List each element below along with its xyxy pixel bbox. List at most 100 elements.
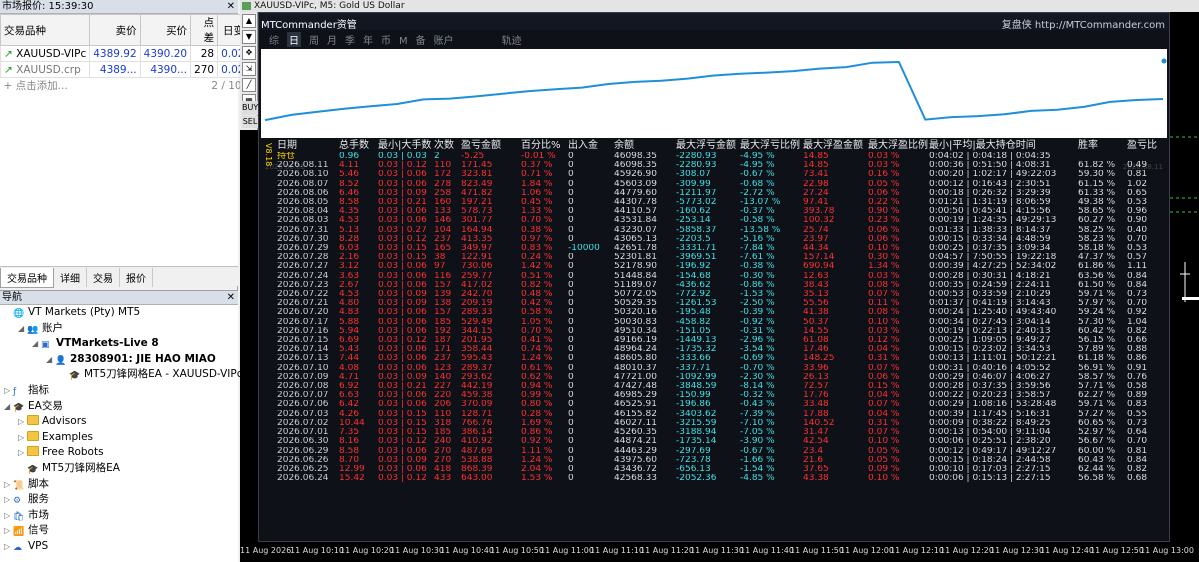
arrow-up-icon[interactable]: ▲ <box>242 14 256 28</box>
table-row[interactable]: 2026.07.28 2.16 0.03 | 0.15 38 122.91 0.24 % 0… <box>277 253 1167 262</box>
table-row[interactable]: 2026.07.29 6.03 0.03 | 0.15 165 349.97 0.83 %… <box>277 244 1167 253</box>
table-row[interactable]: 2026.08.07 8.52 0.03 | 0.06 278 823.49 1.84 %… <box>277 180 1167 189</box>
stats-tab[interactable]: 周 <box>309 32 319 47</box>
line-icon[interactable]: ╱ <box>242 78 256 92</box>
stats-tab[interactable]: 轨迹 <box>502 32 522 47</box>
nav-item[interactable]: ▷ Examples <box>0 430 238 446</box>
stats-tab[interactable]: 综 <box>269 32 279 47</box>
expand-icon[interactable]: ◢ <box>4 399 13 415</box>
expand-icon[interactable]: ▷ <box>4 523 13 539</box>
nav-item[interactable]: ◢ 🎓 EA交易 <box>0 399 238 415</box>
table-row[interactable]: 2026.08.11 4.11 0.03 | 0.12 110 171.45 0.37 %… <box>277 161 1167 170</box>
nav-item[interactable]: ▷ 📜 脚本 <box>0 477 238 493</box>
table-row[interactable]: 2026.06.30 8.16 0.03 | 0.12 240 410.92 0.92 %… <box>277 437 1167 446</box>
table-row[interactable]: 2026.07.06 6.42 0.03 | 0.06 206 370.09 0.80 %… <box>277 400 1167 409</box>
expand-icon[interactable]: ▷ <box>4 508 13 524</box>
table-row[interactable]: 2026.07.30 8.28 0.03 | 0.12 237 413.35 0.97 %… <box>277 235 1167 244</box>
stats-tab[interactable]: 年 <box>363 32 373 47</box>
stats-tab[interactable]: 月 <box>327 32 337 47</box>
arrow-down-icon[interactable]: ▼ <box>242 30 256 44</box>
table-cell: 146 <box>434 216 452 226</box>
expand-icon[interactable]: ▷ <box>4 492 13 508</box>
brand-link[interactable]: 复盘侠 http://MTCommander.com <box>1002 16 1165 31</box>
table-row[interactable]: 2026.07.13 7.44 0.03 | 0.06 237 595.43 1.24 %… <box>277 354 1167 363</box>
crosshair-icon[interactable]: ✥ <box>242 46 256 60</box>
expand-icon[interactable]: ▷ <box>18 430 27 446</box>
holding-row[interactable]: 持仓 0.96 0.03 | 0.03 2 -5.25 -0.01 % 0 46098.35 -… <box>277 152 1167 161</box>
expand-icon[interactable]: ◢ <box>32 336 41 352</box>
expand-icon[interactable]: ◢ <box>18 321 27 337</box>
col-spread[interactable]: 点差 <box>190 14 219 46</box>
nav-item[interactable]: 🎓 MT5刀锋网格EA - XAUUSD-VIPc,M <box>0 367 255 383</box>
table-row[interactable]: 2026.07.24 3.63 0.03 | 0.06 116 259.77 0.51 %… <box>277 272 1167 281</box>
table-row[interactable]: 2026.07.10 4.08 0.03 | 0.06 123 289.37 0.61 %… <box>277 364 1167 373</box>
table-row[interactable]: 2026.08.04 4.35 0.03 | 0.06 133 578.73 1.33 %… <box>277 207 1167 216</box>
nav-item[interactable]: ▷ Advisors <box>0 414 238 430</box>
col-bid[interactable]: 卖价 <box>89 14 141 46</box>
expand-icon[interactable]: ▷ <box>4 539 13 555</box>
stats-tab[interactable]: 币 <box>381 32 391 47</box>
table-row[interactable]: 2026.08.10 5.46 0.03 | 0.06 172 323.81 0.71 %… <box>277 170 1167 179</box>
table-row[interactable]: 2026.07.15 6.69 0.03 | 0.12 187 201.95 0.41 %… <box>277 336 1167 345</box>
table-row[interactable]: 2026.07.31 5.13 0.03 | 0.27 104 164.94 0.38 %… <box>277 226 1167 235</box>
tab-ticks[interactable]: 报价 <box>120 268 153 287</box>
stats-tab[interactable]: 日 <box>287 32 301 47</box>
table-row[interactable]: 2026.06.25 12.99 0.03 | 0.06 418 868.39 2.04 … <box>277 465 1167 474</box>
sell-button[interactable]: SEL <box>242 116 258 128</box>
table-row[interactable]: 2026.07.01 7.35 0.03 | 0.15 185 386.14 0.86 %… <box>277 428 1167 437</box>
table-row[interactable]: 2026.07.23 2.67 0.03 | 0.06 157 417.02 0.82 %… <box>277 281 1167 290</box>
table-row[interactable]: 2026.07.08 6.92 0.03 | 0.21 227 442.19 0.94 %… <box>277 382 1167 391</box>
nav-item[interactable]: 🌐 VT Markets (Pty) MT5 <box>0 305 238 321</box>
expand-icon[interactable]: ▷ <box>18 445 27 461</box>
col-ask[interactable]: 买价 <box>139 14 192 46</box>
expand-icon[interactable]: ◢ <box>46 352 55 368</box>
nav-item[interactable]: ▷ ☁ VPS <box>0 539 238 555</box>
buy-button[interactable]: BUY <box>242 101 258 115</box>
table-row[interactable]: 2026.08.06 6.46 0.03 | 0.09 258 471.82 1.06 %… <box>277 189 1167 198</box>
nav-item[interactable]: ▷ ƒ 指标 <box>0 383 238 399</box>
table-row[interactable]: 2026.07.14 5.43 0.03 | 0.06 171 358.44 0.74 %… <box>277 345 1167 354</box>
close-icon[interactable]: ✕ <box>227 0 235 14</box>
table-row[interactable]: 2026.06.26 8.70 0.03 | 0.09 270 538.88 1.24 %… <box>277 456 1167 465</box>
tab-symbols[interactable]: 交易品种 <box>0 268 54 288</box>
tab-trading[interactable]: 交易 <box>87 268 120 287</box>
nav-item[interactable]: ◢ ▣ VTMarkets-Live 8 <box>0 336 238 352</box>
table-row[interactable]: 2026.07.09 4.71 0.03 | 0.09 140 293.62 0.62 %… <box>277 373 1167 382</box>
stats-tab[interactable]: 季 <box>345 32 355 47</box>
table-row[interactable]: 2026.06.24 15.42 0.03 | 0.12 433 643.00 1.53 … <box>277 474 1167 483</box>
table-row[interactable]: 2026.07.16 5.94 0.03 | 0.06 192 344.15 0.70 %… <box>277 327 1167 336</box>
stats-tab[interactable]: 备 <box>416 32 426 47</box>
symbol-row[interactable]: ↗ XAUUSD.crp 4389... 4390... 270 0.02% <box>0 61 259 78</box>
table-row[interactable]: 2026.08.03 4.53 0.03 | 0.06 146 301.77 0.70 %… <box>277 216 1167 225</box>
expand-icon[interactable]: ▷ <box>4 477 13 493</box>
cursor-icon[interactable]: ⇲ <box>242 62 256 76</box>
table-cell: 0:00:22 | 0:20:23 | 3:58:57 <box>929 391 1051 401</box>
table-row[interactable]: 2026.07.07 6.63 0.03 | 0.06 220 459.38 0.99 %… <box>277 391 1167 400</box>
nav-item[interactable]: ▷ 📶 信号 <box>0 523 238 539</box>
stats-tab[interactable]: M <box>399 36 408 47</box>
nav-item[interactable]: 🎓 MT5刀锋网格EA <box>0 461 238 477</box>
table-row[interactable]: 2026.07.20 4.83 0.03 | 0.06 157 289.33 0.58 %… <box>277 308 1167 317</box>
symbol-row[interactable]: ↗ XAUUSD-VIPc 4389.92 4390.20 28 0.02% <box>0 45 259 62</box>
table-row[interactable]: 2026.07.17 5.88 0.03 | 0.06 185 529.49 1.05 %… <box>277 318 1167 327</box>
table-row[interactable]: 2026.08.05 8.58 0.03 | 0.21 160 197.21 0.45 %… <box>277 198 1167 207</box>
table-row[interactable]: 2026.07.02 10.44 0.03 | 0.15 318 766.76 1.69 … <box>277 419 1167 428</box>
tab-details[interactable]: 详细 <box>54 268 87 287</box>
table-row[interactable]: 2026.07.21 4.80 0.03 | 0.09 138 209.19 0.42 %… <box>277 299 1167 308</box>
col-symbol[interactable]: 交易品种 <box>0 14 91 46</box>
table-row[interactable]: 2026.06.29 8.58 0.03 | 0.06 270 487.69 1.11 %… <box>277 447 1167 456</box>
nav-item[interactable]: ◢ 👥 账户 <box>0 321 238 337</box>
close-icon[interactable]: ✕ <box>227 291 235 305</box>
nav-item[interactable]: ▷ 🛍 市场 <box>0 508 238 524</box>
nav-item[interactable]: ▷ Free Robots <box>0 445 238 461</box>
table-row[interactable]: 2026.07.03 4.26 0.03 | 0.15 110 128.71 0.28 %… <box>277 410 1167 419</box>
time-tick-label: 11 Aug 10:40 <box>440 546 494 555</box>
table-row[interactable]: 2026.07.27 3.12 0.03 | 0.06 97 730.06 1.42 % 0… <box>277 262 1167 271</box>
nav-item[interactable]: ▷ ⚙ 服务 <box>0 492 238 508</box>
table-row[interactable]: 2026.07.22 4.53 0.03 | 0.09 139 242.70 0.48 %… <box>277 290 1167 299</box>
expand-icon[interactable]: ▷ <box>4 383 13 399</box>
nav-item[interactable]: ◢ 👤 28308901: JIE HAO MIAO <box>0 352 238 368</box>
expand-icon[interactable]: ▷ <box>18 414 27 430</box>
add-symbol-link[interactable]: + 点击添加... <box>1 78 191 94</box>
stats-tab[interactable]: 账户 <box>434 32 454 47</box>
